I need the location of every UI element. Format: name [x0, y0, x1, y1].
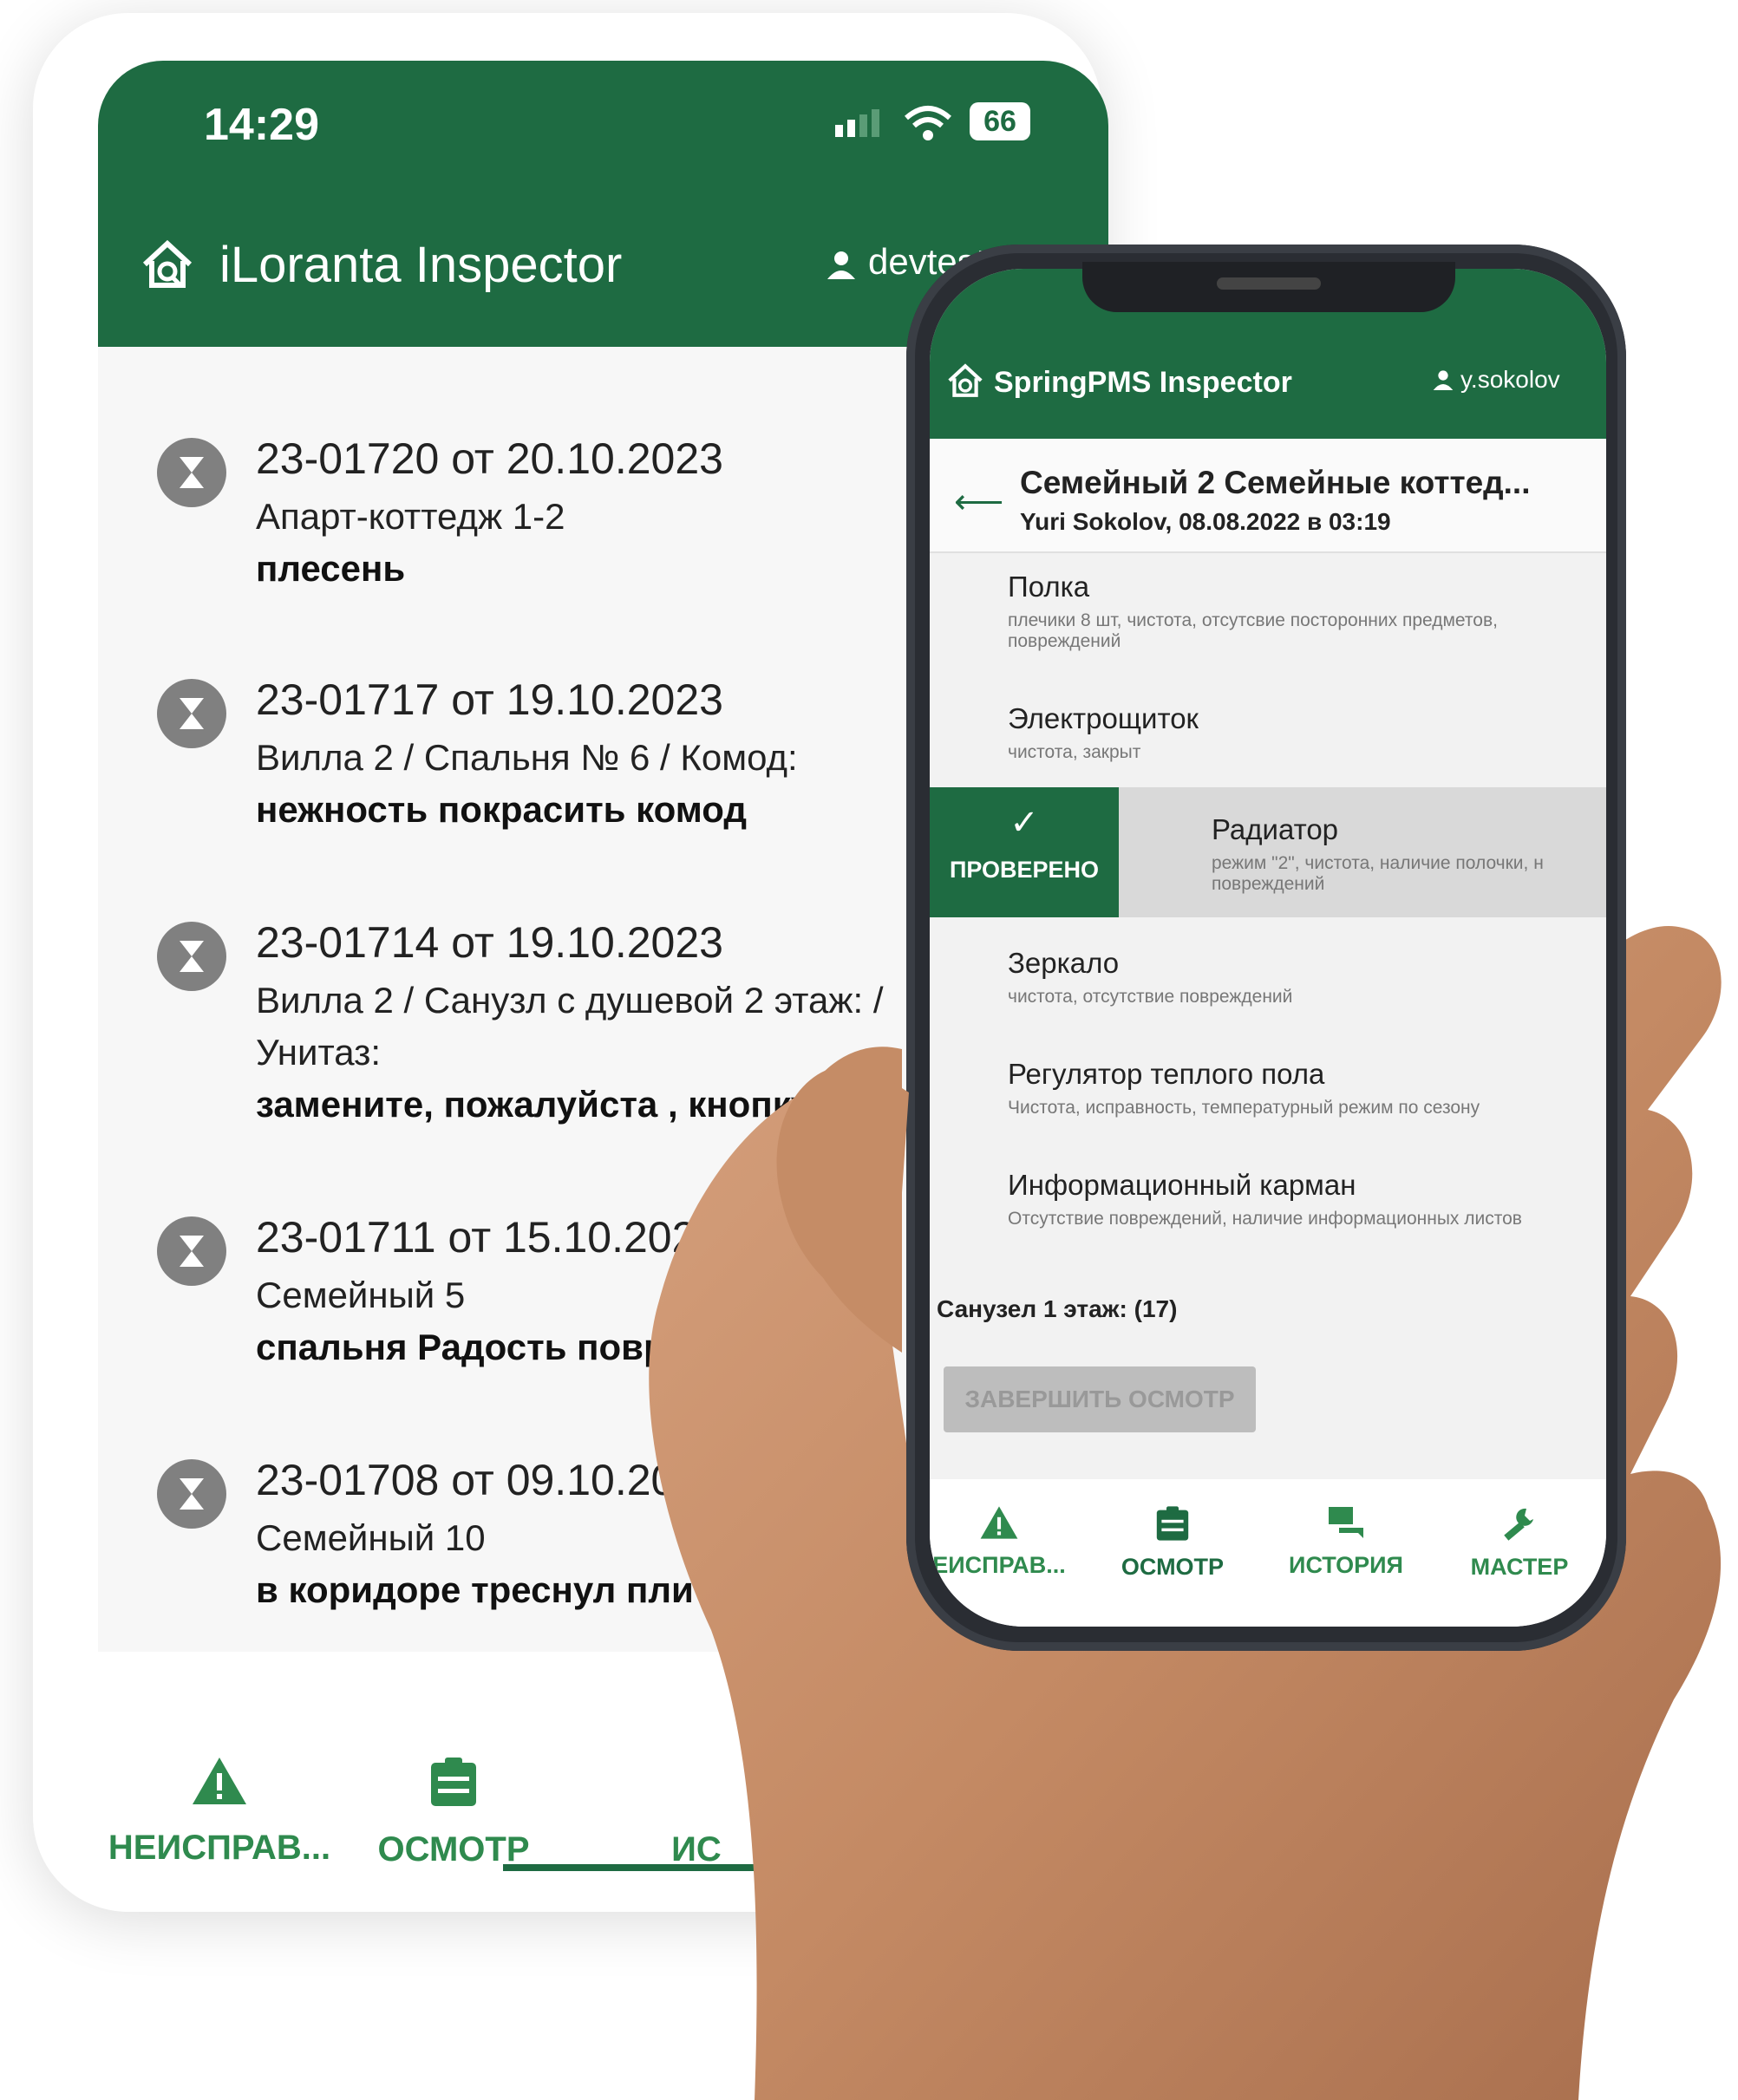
clipboard-icon [1156, 1506, 1189, 1541]
check-icon: ✓ [1009, 804, 1039, 842]
inspection-subtitle: Yuri Sokolov, 08.08.2022 в 03:19 [1020, 508, 1391, 535]
checked-item-row[interactable]: ✓ ПРОВЕРЕНО Радиатор режим "2", чистота,… [930, 787, 1606, 917]
nav-label: ОСМОТР [1121, 1554, 1225, 1580]
front-phone-screen: SpringPMS Inspector y.sokolov ⟵ Семейный… [930, 269, 1606, 1627]
nav-inspection[interactable]: ОСМОТР [1094, 1505, 1251, 1581]
item-name: Радиатор [1212, 813, 1339, 845]
inspection-header: ⟵ Семейный 2 Семейные коттед... Yuri Sok… [930, 439, 1606, 553]
front-user-name[interactable]: y.sokolov [1460, 366, 1560, 394]
front-bottom-nav: ЕИСПРАВ... ОСМОТР ИСТОРИЯ МАСТЕР [930, 1479, 1606, 1627]
item-name: Регулятор теплого пола [1008, 1058, 1325, 1090]
checked-badge[interactable]: ✓ ПРОВЕРЕНО [930, 787, 1119, 917]
item-name: Электрощиток [1008, 702, 1199, 734]
nav-label: МАСТЕР [1470, 1554, 1569, 1580]
user-icon [1433, 370, 1454, 390]
section-header[interactable]: Санузел 1 этаж: (17) [937, 1295, 1177, 1323]
home-search-icon [948, 363, 983, 397]
warning-icon [980, 1506, 1018, 1539]
back-arrow-icon[interactable]: ⟵ [954, 482, 1003, 522]
checked-label: ПРОВЕРЕНО [949, 857, 1100, 883]
item-description: Отсутствие повреждений, наличие информац… [1008, 1209, 1522, 1229]
wrench-icon [1504, 1508, 1533, 1541]
item-description: чистота, отсутствие повреждений [1008, 987, 1293, 1007]
nav-defects[interactable]: ЕИСПРАВ... [930, 1505, 1086, 1579]
nav-label: ИСТОРИЯ [1289, 1552, 1403, 1578]
item-name: Полка [1008, 571, 1090, 603]
nav-label: ЕИСПРАВ... [932, 1552, 1066, 1578]
nav-master[interactable]: МАСТЕР [1441, 1505, 1598, 1581]
item-description: плечики 8 шт, чистота, отсутсвие посторо… [1008, 610, 1498, 651]
front-app-title: SpringPMS Inspector [994, 366, 1292, 399]
item-description: режим "2", чистота, наличие полочки, н п… [1212, 853, 1544, 894]
item-description: чистота, закрыт [1008, 742, 1141, 762]
inspection-title: Семейный 2 Семейные коттед... [1020, 465, 1531, 500]
item-name: Зеркало [1008, 947, 1120, 979]
phone-notch [1082, 262, 1455, 312]
chat-icon [1329, 1507, 1363, 1538]
item-name: Информационный карман [1008, 1169, 1356, 1201]
nav-history[interactable]: ИСТОРИЯ [1268, 1505, 1424, 1579]
item-description: Чистота, исправность, температурный режи… [1008, 1098, 1480, 1118]
finish-inspection-button[interactable]: ЗАВЕРШИТЬ ОСМОТР [944, 1366, 1256, 1432]
speaker-grille [1217, 277, 1321, 290]
